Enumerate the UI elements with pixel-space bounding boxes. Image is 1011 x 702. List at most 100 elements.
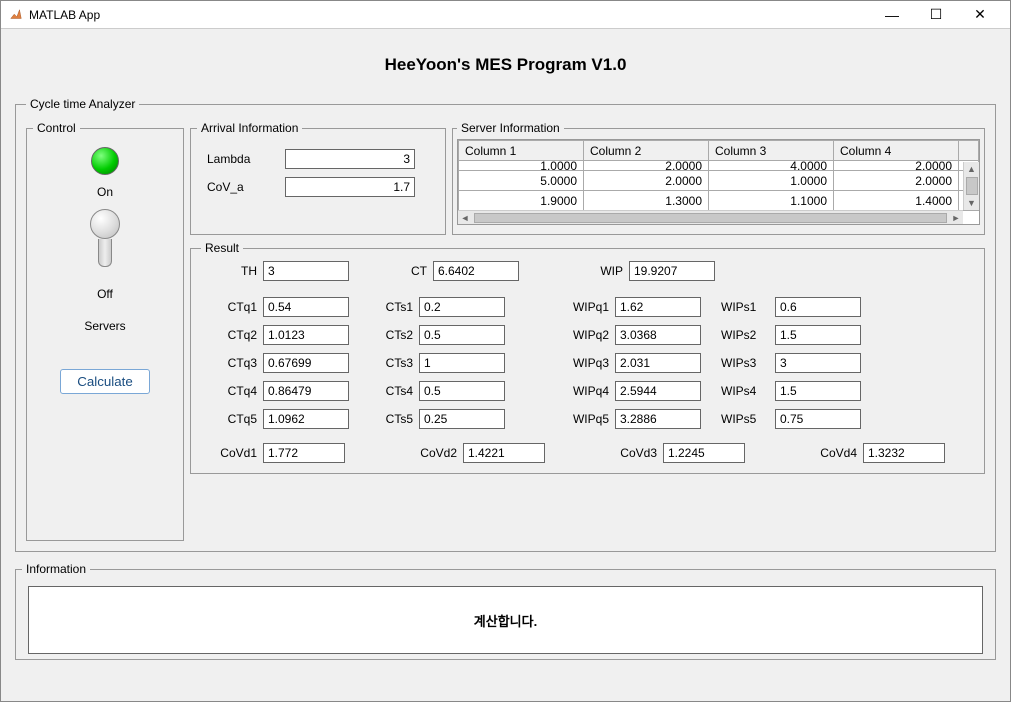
lambda-input[interactable] xyxy=(285,149,415,169)
ctq-field[interactable] xyxy=(263,409,349,429)
cts-field[interactable] xyxy=(419,325,505,345)
window-title: MATLAB App xyxy=(29,8,100,22)
ctq-label: CTq4 xyxy=(213,384,257,398)
result-row: CTq4CTs4WIPq4WIPs4 xyxy=(201,381,974,401)
cts-field[interactable] xyxy=(419,381,505,401)
info-legend: Information xyxy=(22,562,90,576)
cova-input[interactable] xyxy=(285,177,415,197)
cycle-time-analyzer-group: Cycle time Analyzer Control On Off Serve… xyxy=(15,97,996,552)
arrival-group: Arrival Information Lambda CoV_a xyxy=(190,121,446,235)
switch-knob-icon xyxy=(90,209,120,239)
covd1-label: CoVd1 xyxy=(201,446,257,460)
app-title: HeeYoon's MES Program V1.0 xyxy=(15,37,996,97)
server-group: Server Information Column 1 Column 2 Col… xyxy=(452,121,985,235)
wipq-field[interactable] xyxy=(615,353,701,373)
wipq-label: WIPq3 xyxy=(553,356,609,370)
table-row[interactable]: 1.9000 1.3000 1.1000 1.4000 xyxy=(459,191,979,211)
result-row: CTq5CTs5WIPq5WIPs5 xyxy=(201,409,974,429)
matlab-icon xyxy=(9,8,23,22)
server-col-empty xyxy=(959,141,979,161)
covd2-field[interactable] xyxy=(463,443,545,463)
arrival-legend: Arrival Information xyxy=(197,121,302,135)
cts-field[interactable] xyxy=(419,353,505,373)
wips-label: WIPs1 xyxy=(721,300,769,314)
covd3-label: CoVd3 xyxy=(601,446,657,460)
ctq-field[interactable] xyxy=(263,297,349,317)
off-label: Off xyxy=(97,287,113,301)
horizontal-scrollbar[interactable]: ◄ ► xyxy=(458,210,963,224)
lambda-label: Lambda xyxy=(207,152,277,166)
cova-label: CoV_a xyxy=(207,180,277,194)
scroll-right-icon: ► xyxy=(949,213,963,223)
cts-field[interactable] xyxy=(419,297,505,317)
th-label: TH xyxy=(213,264,257,278)
covd4-label: CoVd4 xyxy=(801,446,857,460)
cts-field[interactable] xyxy=(419,409,505,429)
scroll-track xyxy=(474,213,947,223)
servers-label: Servers xyxy=(84,319,125,333)
control-group: Control On Off Servers Calculate xyxy=(26,121,184,541)
th-field[interactable] xyxy=(263,261,349,281)
wips-field[interactable] xyxy=(775,325,861,345)
server-col-2[interactable]: Column 2 xyxy=(584,141,709,161)
info-text: 계산합니다. xyxy=(28,586,983,654)
ctq-field[interactable] xyxy=(263,353,349,373)
app-window: MATLAB App — ☐ ✕ HeeYoon's MES Program V… xyxy=(0,0,1011,702)
ct-field[interactable] xyxy=(433,261,519,281)
wipq-field[interactable] xyxy=(615,297,701,317)
control-legend: Control xyxy=(33,121,80,135)
covd2-label: CoVd2 xyxy=(401,446,457,460)
result-legend: Result xyxy=(201,241,243,255)
result-group: Result TH CT WIP CTq1CTs1WIPq1WIPs1CTq2C… xyxy=(190,241,985,474)
scroll-down-icon: ▼ xyxy=(967,196,976,210)
cycle-legend: Cycle time Analyzer xyxy=(26,97,139,111)
cts-label: CTs2 xyxy=(373,328,413,342)
wipq-field[interactable] xyxy=(615,381,701,401)
cts-label: CTs1 xyxy=(373,300,413,314)
server-col-1[interactable]: Column 1 xyxy=(459,141,584,161)
status-lamp xyxy=(91,147,119,175)
vertical-scrollbar[interactable]: ▲ ▼ xyxy=(963,162,979,210)
maximize-button[interactable]: ☐ xyxy=(914,1,958,29)
scroll-up-icon: ▲ xyxy=(967,162,976,176)
wipq-label: WIPq5 xyxy=(553,412,609,426)
wipq-field[interactable] xyxy=(615,409,701,429)
cts-label: CTs4 xyxy=(373,384,413,398)
cts-label: CTs5 xyxy=(373,412,413,426)
server-table[interactable]: Column 1 Column 2 Column 3 Column 4 xyxy=(458,140,979,211)
wipq-label: WIPq1 xyxy=(553,300,609,314)
covd3-field[interactable] xyxy=(663,443,745,463)
toggle-switch[interactable] xyxy=(88,209,122,269)
wips-label: WIPs2 xyxy=(721,328,769,342)
wips-field[interactable] xyxy=(775,353,861,373)
table-row[interactable]: 5.0000 2.0000 1.0000 2.0000 xyxy=(459,171,979,191)
result-row: CTq3CTs3WIPq3WIPs3 xyxy=(201,353,974,373)
result-row: CTq2 CTs2 WIPq2 WIPs2 xyxy=(201,325,974,345)
wip-field[interactable] xyxy=(629,261,715,281)
server-col-3[interactable]: Column 3 xyxy=(709,141,834,161)
scroll-left-icon: ◄ xyxy=(458,213,472,223)
content-area: HeeYoon's MES Program V1.0 Cycle time An… xyxy=(1,29,1010,701)
covd4-field[interactable] xyxy=(863,443,945,463)
ctq-label: CTq3 xyxy=(213,356,257,370)
wips-field[interactable] xyxy=(775,381,861,401)
ctq-label: CTq2 xyxy=(213,328,257,342)
server-col-4[interactable]: Column 4 xyxy=(834,141,959,161)
table-row[interactable]: 1.0000 2.0000 4.0000 2.0000 xyxy=(459,161,979,171)
ctq-field[interactable] xyxy=(263,381,349,401)
ctq-field[interactable] xyxy=(263,325,349,345)
cts-label: CTs3 xyxy=(373,356,413,370)
wips-field[interactable] xyxy=(775,297,861,317)
wipq-field[interactable] xyxy=(615,325,701,345)
minimize-button[interactable]: — xyxy=(870,1,914,29)
wips-field[interactable] xyxy=(775,409,861,429)
wip-label: WIP xyxy=(567,264,623,278)
server-legend: Server Information xyxy=(457,121,564,135)
titlebar: MATLAB App — ☐ ✕ xyxy=(1,1,1010,29)
close-button[interactable]: ✕ xyxy=(958,1,1002,29)
scroll-thumb xyxy=(966,177,978,195)
wipq-label: WIPq2 xyxy=(553,328,609,342)
ctq-label: CTq1 xyxy=(213,300,257,314)
covd1-field[interactable] xyxy=(263,443,345,463)
calculate-button[interactable]: Calculate xyxy=(60,369,150,394)
